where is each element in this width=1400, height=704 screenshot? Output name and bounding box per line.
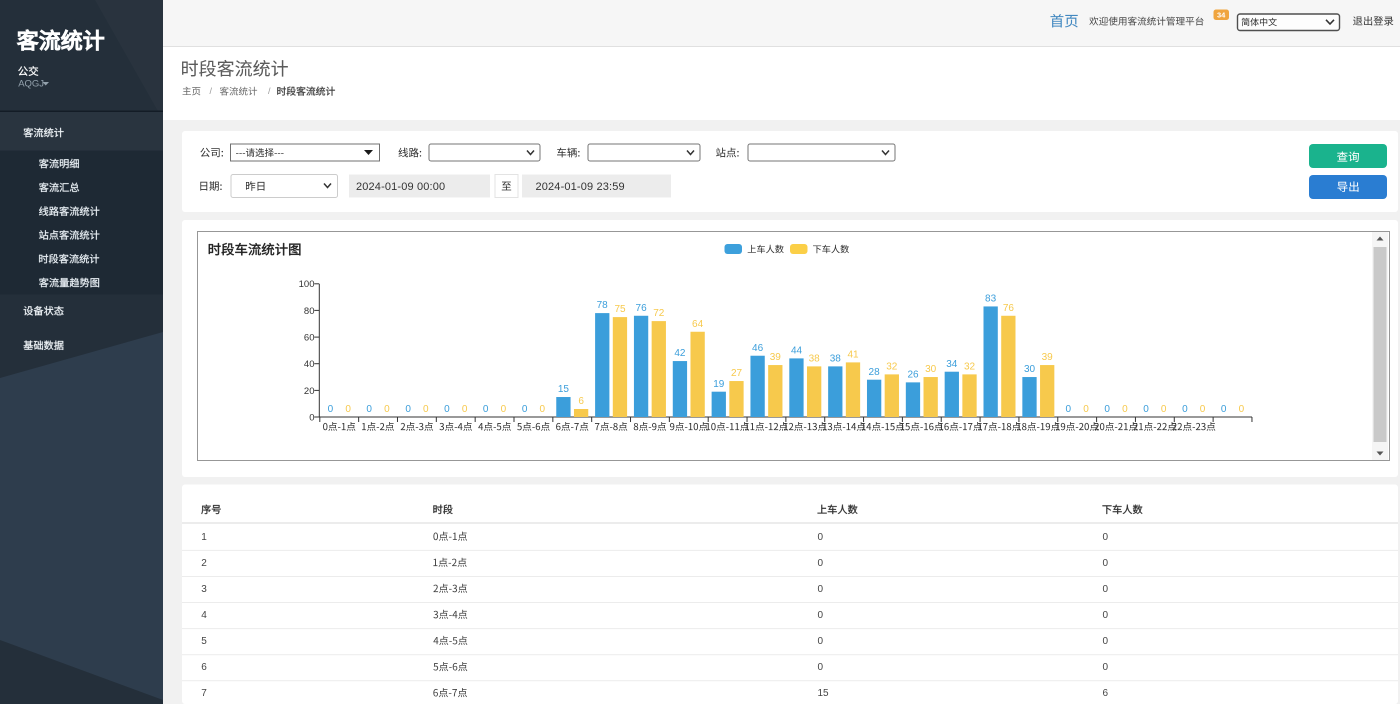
svg-text:38: 38 [830,354,842,365]
svg-text:0: 0 [1143,404,1149,415]
svg-text:2024-01-09 00:00: 2024-01-09 00:00 [356,181,445,193]
svg-text:0: 0 [444,404,450,415]
svg-text:0: 0 [1103,610,1109,621]
svg-text:38: 38 [809,354,821,365]
svg-text:0: 0 [309,412,314,423]
svg-text:0: 0 [328,404,334,415]
svg-text:34: 34 [946,359,958,370]
svg-text:0: 0 [818,558,824,569]
svg-text:0: 0 [345,404,351,415]
svg-text:0: 0 [1104,404,1110,415]
svg-text:0: 0 [1083,404,1089,415]
svg-text:15: 15 [558,384,570,395]
svg-text:20: 20 [304,386,315,397]
svg-text:5: 5 [201,636,207,647]
svg-text:75: 75 [614,304,626,315]
svg-text:0: 0 [1221,404,1227,415]
svg-text:0: 0 [1200,404,1206,415]
svg-text:4: 4 [201,610,207,621]
svg-text:19: 19 [713,379,725,390]
svg-text:0: 0 [818,610,824,621]
svg-text:2: 2 [201,558,207,569]
svg-text:1: 1 [201,532,207,543]
svg-text:6: 6 [1103,688,1109,699]
svg-text:28: 28 [869,367,881,378]
svg-text:44: 44 [791,346,803,357]
svg-text:30: 30 [925,364,937,375]
svg-text:78: 78 [597,300,609,311]
svg-text:100: 100 [299,279,315,290]
svg-text:0: 0 [1103,558,1109,569]
svg-text:39: 39 [770,352,782,363]
svg-text:0: 0 [462,404,468,415]
svg-text:0: 0 [818,584,824,595]
svg-text:42: 42 [674,348,686,359]
svg-text:76: 76 [636,303,648,314]
svg-text:6: 6 [578,396,584,407]
svg-text:0: 0 [1103,584,1109,595]
svg-text:15: 15 [818,688,830,699]
svg-text:2024-01-09 23:59: 2024-01-09 23:59 [536,181,625,193]
svg-text:60: 60 [304,333,315,344]
svg-text:32: 32 [964,362,976,373]
svg-text:0: 0 [501,404,507,415]
svg-text:0: 0 [1161,404,1167,415]
svg-text:0: 0 [405,404,411,415]
svg-text:40: 40 [304,359,315,370]
svg-text:72: 72 [653,308,665,319]
svg-text:0: 0 [818,636,824,647]
svg-text:27: 27 [731,368,743,379]
svg-text:32: 32 [886,362,898,373]
svg-text:34: 34 [1217,11,1226,20]
svg-text:7: 7 [201,688,207,699]
svg-text:6: 6 [201,662,207,673]
svg-text:AQGJ: AQGJ [18,78,44,89]
svg-text:76: 76 [1003,303,1015,314]
svg-text:0: 0 [366,404,372,415]
svg-text:0: 0 [522,404,528,415]
svg-text:0: 0 [818,532,824,543]
svg-text:0: 0 [1103,662,1109,673]
svg-text:46: 46 [752,343,764,354]
svg-text:0: 0 [1122,404,1128,415]
svg-text:0: 0 [483,404,489,415]
svg-text:80: 80 [304,306,315,317]
svg-text:41: 41 [847,350,859,361]
svg-text:0: 0 [1239,404,1245,415]
svg-text:0: 0 [1066,404,1072,415]
svg-text:0: 0 [818,662,824,673]
svg-text:30: 30 [1024,364,1036,375]
svg-text:0: 0 [1103,636,1109,647]
svg-text:0: 0 [384,404,390,415]
svg-text:0: 0 [423,404,429,415]
svg-text:39: 39 [1042,352,1054,363]
svg-text:26: 26 [907,369,919,380]
svg-text:0: 0 [1182,404,1188,415]
svg-text:83: 83 [985,294,997,305]
svg-text:64: 64 [692,319,704,330]
svg-text:3: 3 [201,584,207,595]
svg-text:0: 0 [1103,532,1109,543]
svg-text:0: 0 [540,404,546,415]
